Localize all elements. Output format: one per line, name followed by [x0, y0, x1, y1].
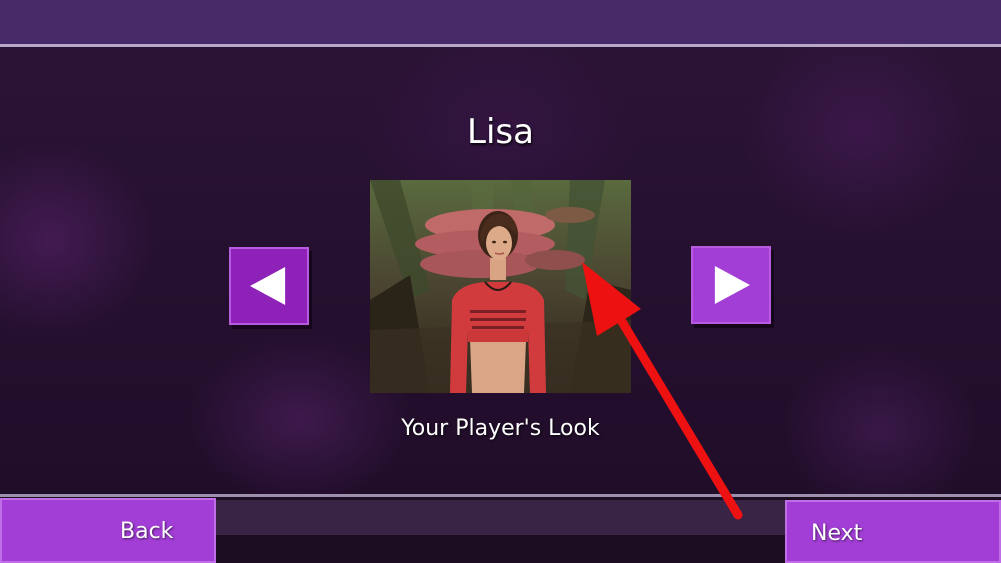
back-button[interactable]: Back	[0, 498, 216, 563]
previous-look-button[interactable]	[229, 247, 309, 325]
next-button[interactable]: Next	[785, 500, 1001, 563]
bottom-bar-strip	[216, 500, 786, 535]
look-caption: Your Player's Look	[401, 416, 600, 441]
back-button-label: Back	[120, 519, 174, 544]
triangle-left-icon	[250, 267, 286, 305]
player-look-preview	[370, 180, 631, 393]
next-look-button[interactable]	[691, 246, 771, 324]
game-screen: Lisa Your Player's Look Back Next	[0, 0, 1001, 563]
character-name: Lisa	[467, 112, 534, 152]
triangle-right-icon	[714, 266, 750, 304]
player-avatar-image	[370, 180, 631, 393]
top-bar	[0, 0, 1001, 47]
next-button-label: Next	[811, 521, 863, 546]
